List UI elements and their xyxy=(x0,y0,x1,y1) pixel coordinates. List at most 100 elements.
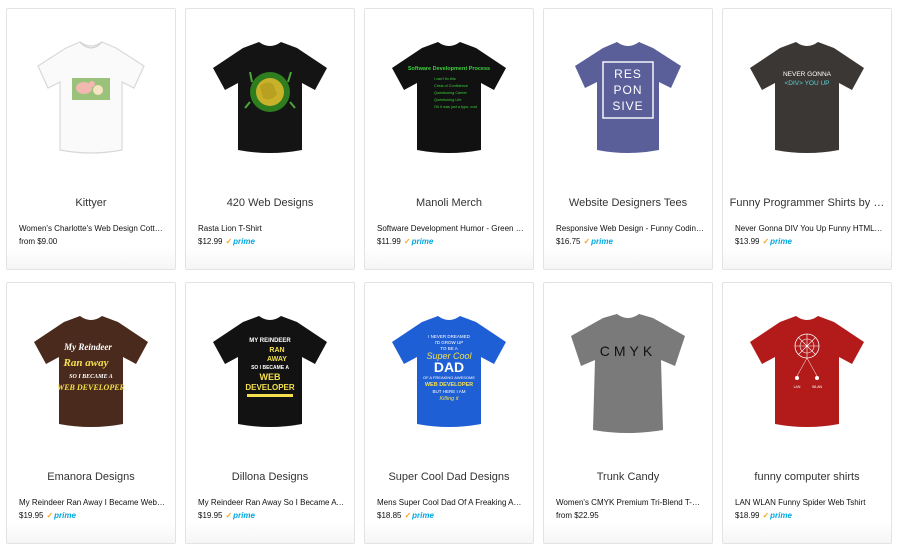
prime-badge: ✓ prime xyxy=(403,237,434,246)
price: $18.85 xyxy=(377,511,402,520)
prime-badge: ✓ prime xyxy=(225,511,255,520)
prime-badge: ✓ prime xyxy=(762,237,792,246)
review-count[interactable]: 2 xyxy=(256,251,260,260)
chevron-down-icon: ▼ xyxy=(246,252,253,259)
shirt-line: AWAY xyxy=(267,356,287,363)
tshirt-icon: LAN WLAN xyxy=(750,316,864,427)
shirt-line: SO I BECAME A xyxy=(69,374,113,380)
shirt-line: Killing it xyxy=(440,396,459,402)
brand-name[interactable]: Website Designers Tees xyxy=(550,197,706,209)
product-card[interactable]: I NEVER DREAMED I'D GROW UP TO BE A Supe… xyxy=(364,282,534,544)
price: from $22.95 xyxy=(556,511,599,520)
shirt-line: SIVE xyxy=(612,99,643,113)
price-line: $19.95 ✓ prime xyxy=(198,511,255,520)
brand-name[interactable]: Emanora Designs xyxy=(13,471,169,483)
tshirt-icon: CMYK xyxy=(571,314,685,433)
product-card[interactable]: NEVER GONNA <DIV> YOU UP Funny Programme… xyxy=(722,8,892,270)
brand-name[interactable]: Dillona Designs xyxy=(192,471,348,483)
product-card[interactable]: MY REINDEER RAN AWAY SO I BECAME A WEB D… xyxy=(185,282,355,544)
product-image[interactable]: CMYK xyxy=(544,283,712,459)
product-title[interactable]: Women's CMYK Premium Tri-Blend T-Shirt xyxy=(556,498,704,507)
price: $12.99 xyxy=(198,237,223,246)
check-icon: ✓ xyxy=(225,237,233,246)
tshirt-icon: My Reindeer Ran away SO I BECAME A WEB D… xyxy=(34,316,148,427)
product-image[interactable]: I NEVER DREAMED I'D GROW UP TO BE A Supe… xyxy=(365,283,533,459)
product-image[interactable]: Software Development Process I can't fix… xyxy=(365,9,533,185)
shirt-line: CMYK xyxy=(600,343,656,359)
product-image[interactable]: LAN WLAN xyxy=(723,283,891,459)
product-image[interactable] xyxy=(186,9,354,185)
product-title[interactable]: Software Development Humor - Green D… xyxy=(377,224,525,233)
brand-name[interactable]: Funny Programmer Shirts by … xyxy=(729,197,885,209)
shirt-line: WEB DEVELOPER xyxy=(425,382,473,388)
check-icon: ✓ xyxy=(762,511,770,520)
product-card[interactable]: Kittyer Women's Charlotte's Web Design C… xyxy=(6,8,176,270)
product-title[interactable]: Mens Super Cool Dad Of A Freaking Awe… xyxy=(377,498,525,507)
price-line: $16.75 ✓ prime xyxy=(556,237,613,246)
shirt-line: OF A FREAKING AWESOME xyxy=(423,375,475,380)
product-card[interactable]: Software Development Process I can't fix… xyxy=(364,8,534,270)
shirt-line: RAN xyxy=(269,347,284,354)
star-rating[interactable]: ★★★★★ ▼ 2 xyxy=(198,250,261,261)
chevron-down-icon: ▼ xyxy=(604,526,611,533)
stars-5-icon: ★★★★★ xyxy=(198,249,243,261)
product-image[interactable]: My Reindeer Ran away SO I BECAME A WEB D… xyxy=(7,283,175,459)
shirt-line: I NEVER DREAMED xyxy=(428,334,471,339)
shirt-line: LAN xyxy=(794,385,801,389)
shirt-line: SO I BECAME A xyxy=(251,365,289,371)
shirt-line: <DIV> YOU UP xyxy=(784,80,829,87)
tshirt-icon: MY REINDEER RAN AWAY SO I BECAME A WEB D… xyxy=(213,316,327,427)
check-icon: ✓ xyxy=(404,511,412,520)
review-count[interactable]: 1 xyxy=(614,525,618,534)
price: $16.75 xyxy=(556,237,581,246)
shirt-line: RES xyxy=(614,67,642,81)
shirt-line: WEB DEVELOPER xyxy=(57,383,125,392)
shirt-line: DEVELOPER xyxy=(245,383,295,392)
star-rating[interactable]: ★★★★★ ▼ 1 xyxy=(556,524,619,535)
price-line: $11.99 ✓ prime xyxy=(377,237,433,246)
brand-name[interactable]: Super Cool Dad Designs xyxy=(371,471,527,483)
prime-badge: ✓ prime xyxy=(762,511,792,520)
shirt-line: WLAN xyxy=(812,385,823,389)
price: $11.99 xyxy=(377,237,401,246)
tshirt-icon: RES PON SIVE xyxy=(575,42,681,153)
product-title[interactable]: Never Gonna DIV You Up Funny HTML W… xyxy=(735,224,883,233)
price-line: $18.99 ✓ prime xyxy=(735,511,792,520)
shirt-line: MY REINDEER xyxy=(249,338,291,344)
product-image[interactable] xyxy=(7,9,175,185)
shirt-line: Questioning Life xyxy=(434,98,461,102)
product-image[interactable]: NEVER GONNA <DIV> YOU UP xyxy=(723,9,891,185)
product-title[interactable]: My Reindeer Ran Away So I Became A W… xyxy=(198,498,346,507)
shirt-line: NEVER GONNA xyxy=(783,71,832,78)
check-icon: ✓ xyxy=(762,237,770,246)
product-card[interactable]: LAN WLAN funny computer shirts LAN WLAN … xyxy=(722,282,892,544)
stars-4-icon: ★★★★★ xyxy=(556,523,601,535)
brand-name[interactable]: Manoli Merch xyxy=(371,197,527,209)
product-title[interactable]: Rasta Lion T-Shirt xyxy=(198,224,346,233)
shirt-line: DAD xyxy=(434,359,464,375)
product-card[interactable]: CMYK Trunk Candy Women's CMYK Premium Tr… xyxy=(543,282,713,544)
tshirt-icon: NEVER GONNA <DIV> YOU UP xyxy=(750,42,864,153)
shirt-line: BUT HERE I AM xyxy=(433,389,466,394)
shirt-line: My Reindeer xyxy=(63,342,112,352)
price: $18.99 xyxy=(735,511,760,520)
product-title[interactable]: Women's Charlotte's Web Design Cotton… xyxy=(19,224,167,233)
product-card[interactable]: My Reindeer Ran away SO I BECAME A WEB D… xyxy=(6,282,176,544)
price-line: from $22.95 xyxy=(556,511,599,520)
product-title[interactable]: Responsive Web Design - Funny Coding … xyxy=(556,224,704,233)
price-line: $19.95 ✓ prime xyxy=(19,511,76,520)
product-grid: Kittyer Women's Charlotte's Web Design C… xyxy=(0,0,900,553)
brand-name[interactable]: 420 Web Designs xyxy=(192,197,348,209)
product-title[interactable]: LAN WLAN Funny Spider Web Tshirt xyxy=(735,498,883,507)
shirt-line: I can't fix this xyxy=(434,77,456,81)
brand-name[interactable]: Trunk Candy xyxy=(550,471,706,483)
shirt-line: Ran away xyxy=(63,357,109,369)
brand-name[interactable]: Kittyer xyxy=(13,197,169,209)
product-card[interactable]: RES PON SIVE Website Designers Tees Resp… xyxy=(543,8,713,270)
price-line: $18.85 ✓ prime xyxy=(377,511,434,520)
product-card[interactable]: 420 Web Designs Rasta Lion T-Shirt $12.9… xyxy=(185,8,355,270)
product-image[interactable]: RES PON SIVE xyxy=(544,9,712,185)
product-image[interactable]: MY REINDEER RAN AWAY SO I BECAME A WEB D… xyxy=(186,283,354,459)
product-title[interactable]: My Reindeer Ran Away I Became Web De… xyxy=(19,498,167,507)
brand-name[interactable]: funny computer shirts xyxy=(729,471,885,483)
